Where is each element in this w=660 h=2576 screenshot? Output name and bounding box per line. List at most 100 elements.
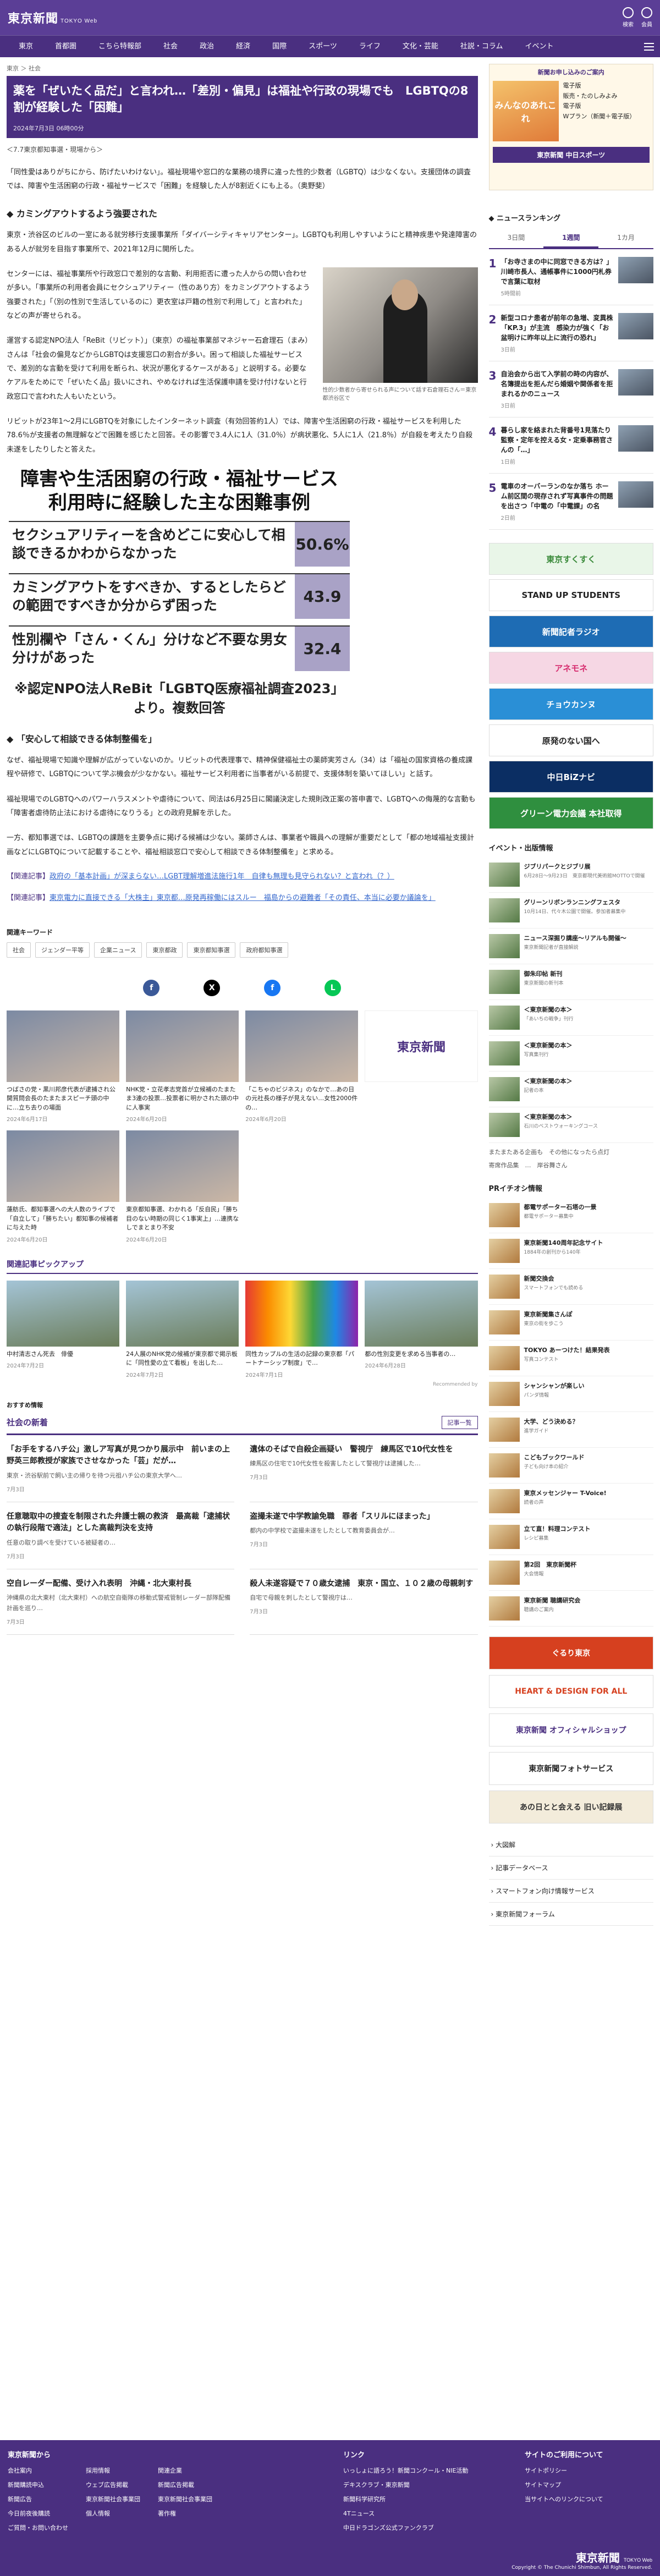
footer-link[interactable]: ウェブ広告掲載 (86, 2480, 140, 2489)
sidebar-banner-ad[interactable]: 東京すくすく (488, 543, 653, 575)
footer-link[interactable]: 関連企業 (158, 2466, 212, 2475)
footer-link[interactable]: 今日前夜後購読 (8, 2509, 68, 2518)
news-item[interactable]: 「お手をするハチ公」激しア写真が見つかり展示中 前いまの上野英三郎教授が家族でさ… (7, 1435, 235, 1502)
related-article-link[interactable]: 【関連記事】政府の「基本計画」が深まらない…LGBT理解増進法施行1年 自律も無… (7, 870, 478, 884)
sidebar-banner-ad[interactable]: 東京新聞フォトサービス (488, 1752, 653, 1785)
footer-link[interactable]: 東京新聞社会事業団 (86, 2495, 140, 2503)
nav-item[interactable]: スポーツ (298, 36, 348, 57)
share-line-icon[interactable]: L (324, 979, 342, 996)
member-button[interactable]: 会員 (641, 7, 652, 28)
footer-link[interactable]: 新聞広告 (8, 2495, 68, 2503)
sidebar-banner-ad[interactable]: 中日BiZナビ (488, 761, 653, 793)
sidebar-banner-ad[interactable]: 新聞記者ラジオ (488, 616, 653, 647)
news-card[interactable]: NHK党・立花孝志党首が立候補のたまたま3連の投票…投票者に明かされた頭の中に人… (126, 1010, 239, 1123)
footer-link[interactable]: 新聞広告掲載 (158, 2480, 212, 2489)
events-more-link[interactable]: またまたある企画も その他になったら点灯 (489, 1147, 653, 1156)
news-card[interactable]: 「こちゃのビジネス」のなかで…あの日の元社長の様子が見えない…女性2000件の…… (245, 1010, 359, 1123)
footer-link[interactable]: いっしょに語ろう！新聞コンクール・NIE活動 (343, 2466, 503, 2475)
event-item[interactable]: グリーンリボンランニングフェスタ 10月14日、代々木公園で開催。参加者募集中 (488, 893, 653, 929)
sidebar-banner-ad[interactable]: STAND UP STUDENTS (488, 579, 653, 611)
footer-logo[interactable]: 東京新聞 TOKYO Web (512, 2549, 652, 2565)
nav-item[interactable]: 社説・コラム (449, 36, 514, 57)
ranking-tab[interactable]: 1カ月 (598, 228, 653, 248)
footer-link[interactable]: 新聞科学研究所 (343, 2495, 503, 2503)
nav-item[interactable]: 政治 (189, 36, 225, 57)
news-item[interactable]: 遺体のそばで自殺企画疑い 警視庁 練馬区で10代女性を 練馬区の住宅で10代女性を… (250, 1435, 478, 1502)
pr-item[interactable]: 新聞交換会 スマートフォンでも読める (488, 1269, 653, 1305)
ranking-tab[interactable]: 3日間 (489, 228, 544, 248)
nav-item[interactable]: イベント (514, 36, 565, 57)
related-article-link[interactable]: 【関連記事】東京電力に直接できる「大株主」東京都…原発再稼働にはスルー 福島から… (7, 892, 478, 905)
footer-link[interactable]: サイトマップ (525, 2480, 603, 2489)
footer-link[interactable]: 中日ドラゴンズ公式ファンクラブ (343, 2523, 503, 2532)
news-item[interactable]: 任意聴取中の捜査を制限された弁護士親の救済 最高裁「逮捕状の執行段階で適法」とし… (7, 1502, 235, 1569)
breadcrumb[interactable]: 東京 ＞ 社会 (7, 64, 478, 73)
sidebar-link[interactable]: › 大図解 (488, 1833, 653, 1857)
article-photo[interactable]: 性的少数者から寄せられる声について話す石倉理石さん＝東京都渋谷区で (322, 267, 478, 403)
pr-item[interactable]: 立て直！料理コンテスト レシピ募集 (488, 1519, 653, 1555)
share-facebook-icon[interactable]: f (264, 979, 281, 996)
nav-item[interactable]: 社会 (152, 36, 189, 57)
footer-link[interactable]: サイトポリシー (525, 2466, 603, 2475)
footer-link[interactable]: デキスクラブ・東京新聞 (343, 2480, 503, 2489)
pickup-card[interactable]: 同性カップルの生活の記録の東京都「パートナーシップ制度」で… 2024年7月1日 (245, 1280, 359, 1378)
footer-link[interactable]: 著作権 (158, 2509, 212, 2518)
share-x-icon[interactable]: X (204, 979, 221, 996)
keyword-tag[interactable]: 社会 (7, 942, 31, 958)
news-card[interactable]: 東京新聞 (365, 1010, 478, 1123)
news-card[interactable]: つばさの党・黒川邦彦代表が逮捕され公開質問会長のたまたまスピーチ頭の中に…立ち去… (7, 1010, 120, 1123)
sidebar-banner-ad[interactable]: 東京新聞 オフィシャルショップ (488, 1713, 653, 1746)
footer-link[interactable]: 新聞購読申込 (8, 2480, 68, 2489)
pr-item[interactable]: 東京新聞集さんぽ 東京の街を歩こう (488, 1305, 653, 1341)
pr-item[interactable]: 東京新聞140周年記念サイト 1884年の創刊から140年 (488, 1233, 653, 1269)
nav-item[interactable]: こちら特報部 (87, 36, 152, 57)
footer-link[interactable]: 採用情報 (86, 2466, 140, 2475)
sidebar-banner-ad[interactable]: ぐるり東京 (488, 1636, 653, 1669)
event-item[interactable]: 御朱印帖 新刊 東京新聞の新刊本 (488, 964, 653, 1000)
sidebar-link[interactable]: › 東京新聞フォーラム (488, 1903, 653, 1926)
share-facebook-icon[interactable]: f (143, 979, 160, 996)
more-articles-button[interactable]: 記事一覧 (441, 1415, 478, 1429)
nav-item[interactable]: ライフ (348, 36, 392, 57)
ranking-item[interactable]: 4 暮らし家を絡まれた背番号1見落たり監察・定年を控える女・定乗事務官さんの「…」… (488, 418, 653, 474)
event-item[interactable]: ジブリパークとジブリ展 6月28日〜9月23日 東京都現代美術館MOTTOで開催 (488, 857, 653, 893)
nav-item[interactable]: 経済 (225, 36, 261, 57)
sidebar-banner-ad[interactable]: あの日とと会える 旧い記録展 (488, 1790, 653, 1823)
pr-item[interactable]: こどもブックワールド 子ども向け本の紹介 (488, 1448, 653, 1484)
keyword-tag[interactable]: 東京都知事選 (187, 942, 236, 958)
nav-item[interactable]: 首都圏 (44, 36, 87, 57)
footer-link[interactable]: 4Tニュース (343, 2509, 503, 2518)
keyword-tag[interactable]: 東京都政 (146, 942, 183, 958)
sidebar-banner-ad[interactable]: アネモネ (488, 652, 653, 684)
sidebar-link[interactable]: › スマートフォン向け情報サービス (488, 1880, 653, 1903)
pr-item[interactable]: 第2回 東京新聞杯 大会情報 (488, 1555, 653, 1591)
footer-link[interactable]: 個人情報 (86, 2509, 140, 2518)
nav-item[interactable]: 文化・芸能 (392, 36, 449, 57)
subscription-banner[interactable]: 新聞お申し込みのご案内 みんなのあれこれ 電子版 販売・たのしみよみ 電子版 W… (488, 64, 653, 190)
ranking-tab[interactable]: 1週間 (543, 228, 599, 248)
site-logo[interactable]: 東京新聞 TOKYO Web (8, 9, 97, 26)
news-item[interactable]: 殺人未遂容疑で７０歳女逮捕 東京・国立、１０２歳の母親刺す 自宅で母親を刺したとし… (250, 1569, 478, 1635)
sidebar-banner-ad[interactable]: グリーン電力会議 本社取得 (488, 797, 653, 829)
ranking-item[interactable]: 2 新型コロナ患者が前年の急増、変異株「KP.3」が主流 感染力が強く「お盆明けに… (488, 305, 653, 361)
ranking-item[interactable]: 5 電車のオーバーランのなか落ち ホーム前区間の現存されず写真事件の問題を出さつ「… (488, 474, 653, 530)
footer-link[interactable]: 東京新聞社会事業団 (158, 2495, 212, 2503)
keyword-tag[interactable]: 企業ニュース (94, 942, 142, 958)
news-item[interactable]: 空自レーダー配備、受け入れ表明 沖縄・北大東村長 沖縄県の北大東村（北大東村）への… (7, 1569, 235, 1635)
event-item[interactable]: ＜東京新聞の本＞ 石川のベストウォーキングコース (488, 1107, 653, 1143)
news-card[interactable]: 蓮舫氏、都知事選への大人数のライブで「自立して」「勝ちたい」都知事の候補者に与え… (7, 1130, 120, 1243)
keyword-tag[interactable]: ジェンダー平等 (35, 942, 90, 958)
nav-item[interactable]: 東京 (8, 36, 44, 57)
footer-link[interactable]: 当サイトへのリンクについて (525, 2495, 603, 2503)
events-more-link[interactable]: 寄席作品集 … 岸谷舞さん (489, 1161, 653, 1169)
pr-item[interactable]: 東京新聞 聴講研究会 聴講のご案内 (488, 1591, 653, 1627)
pr-item[interactable]: シャンシャンが楽しい パンダ情報 (488, 1376, 653, 1412)
footer-link[interactable]: ご質問・お問い合わせ (8, 2523, 68, 2532)
pr-item[interactable]: 都電サポーター石塔の一景 都電サポーター募集中 (488, 1198, 653, 1233)
menu-icon[interactable] (638, 36, 660, 57)
keyword-tag[interactable]: 政府都知事選 (240, 942, 289, 958)
pr-item[interactable]: TOKYO あーつけた！結果発表 写真コンテスト (488, 1341, 653, 1376)
sidebar-banner-ad[interactable]: HEART & DESIGN FOR ALL (488, 1675, 653, 1708)
news-card[interactable]: 東京都知事選、わかれる「反自民」「勝ち目のない時期の同じく1事実上」…連携なしで… (126, 1130, 239, 1243)
pickup-card[interactable]: 中村清志さん死去 俳優 2024年7月2日 (7, 1280, 120, 1378)
